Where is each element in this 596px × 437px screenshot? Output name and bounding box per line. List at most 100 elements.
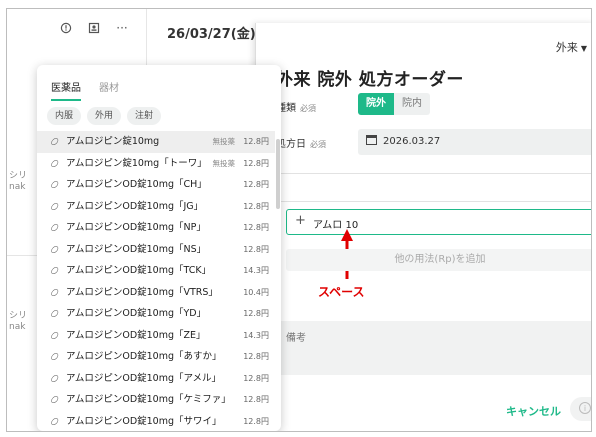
drug-price: 10.4円 <box>243 287 269 297</box>
drug-name: アムロジピンOD錠10mg「アメル」 <box>66 372 222 384</box>
pill-icon: ⬭ <box>48 199 63 214</box>
drug-price: 12.8円 <box>243 180 269 189</box>
type-option-innai[interactable]: 院内 <box>394 93 430 115</box>
drug-name: アムロジピンOD錠10mg「JG」 <box>66 200 204 212</box>
calendar-icon <box>366 135 377 145</box>
type-option-ingai[interactable]: 院外 <box>358 93 394 115</box>
prescription-date-input[interactable]: 2026.03.27 <box>358 129 591 155</box>
pill-icon: ⬭ <box>48 221 63 235</box>
dropdown-tabs: 医薬品 器材 <box>51 79 119 101</box>
drug-price: 12.8円 <box>243 373 269 383</box>
info-icon: i <box>579 402 591 414</box>
drug-list-item[interactable]: ⬭ アムロジピンOD錠10mg「CH」 12.8円 <box>37 174 275 196</box>
drug-list-item[interactable]: ⬭ アムロジピンOD錠10mg「JG」 12.8円 <box>37 196 275 218</box>
prescription-order-modal: 外来 ▼ 外来 院外 処方オーダー 種類 必須 院外 院内 処方日 必須 2026.0… <box>255 23 591 431</box>
category-chips: 内服 外用 注射 <box>47 107 162 125</box>
type-segmented-control: 院外 院内 <box>358 93 430 115</box>
pill-icon: ⬭ <box>48 156 63 171</box>
caret-down-icon: ▼ <box>580 44 587 53</box>
drug-price: 12.8円 <box>243 137 269 146</box>
drug-name: アムロジピンOD錠10mg「ZE」 <box>66 329 206 341</box>
drug-price: 12.8円 <box>243 158 269 168</box>
add-rp-button[interactable]: 他の用法(Rp)を追加 <box>286 249 591 271</box>
drug-price: 12.8円 <box>243 395 269 404</box>
visit-type-select[interactable]: 外来 ▼ <box>556 39 587 55</box>
comment-icon[interactable] <box>59 21 73 35</box>
date-value: 2026.03.27 <box>383 136 441 147</box>
drug-list-item[interactable]: ⬭ アムロジピンOD錠10mg「NS」 12.8円 <box>37 239 275 261</box>
drug-list-item[interactable]: ⬭ アムロジピンOD錠10mg「ケミファ」 12.8円 <box>37 389 275 411</box>
app-window: ··· シリ nak シリ nak 26/03/27(金) 外来 ▼ 外来 院外 … <box>6 8 592 432</box>
rp-search-input[interactable]: + アムロ 10 <box>286 209 591 235</box>
required-tag: 必須 <box>300 104 316 113</box>
scrollbar[interactable] <box>276 139 280 209</box>
drug-list-item[interactable]: ⬭ アムロジピンOD錠10mg「サワイ」 12.8円 <box>37 411 275 432</box>
note-textarea[interactable]: 備考 <box>276 321 591 375</box>
drug-list-item[interactable]: ⬭ アムロジピン錠10mg 無投薬 12.8円 <box>37 131 275 153</box>
drug-tag: 無投薬 <box>212 137 236 146</box>
drug-list-item[interactable]: ⬭ アムロジピンOD錠10mg「TCK」 14.3円 <box>37 260 275 282</box>
submit-button[interactable]: i <box>570 397 591 421</box>
pill-icon: ⬭ <box>48 135 63 149</box>
drug-price: 12.8円 <box>243 201 269 211</box>
drug-price: 14.3円 <box>243 266 269 275</box>
more-options-icon[interactable]: ··· <box>115 21 129 35</box>
drug-name: アムロジピン錠10mg <box>66 136 160 147</box>
tab-materials[interactable]: 器材 <box>99 79 119 101</box>
drug-list-item[interactable]: ⬭ アムロジピン錠10mg「トーワ」 無投薬 12.8円 <box>37 153 275 175</box>
modal-title: 外来 院外 処方オーダー <box>276 70 464 90</box>
drug-price: 14.3円 <box>243 330 269 340</box>
drug-suggestion-dropdown: 医薬品 器材 内服 外用 注射 ⬭ アムロジピン錠10mg 無投薬 12.8円 ⬭ アムロ… <box>37 65 281 431</box>
pill-icon: ⬭ <box>48 307 63 321</box>
chip-topical[interactable]: 外用 <box>87 107 122 125</box>
top-icon-bar: ··· <box>59 21 129 35</box>
side-snippet: シリ <box>9 311 28 321</box>
divider <box>276 173 591 174</box>
pill-icon: ⬭ <box>48 285 63 300</box>
drug-price: 12.8円 <box>243 309 269 318</box>
drug-list-item[interactable]: ⬭ アムロジピンOD錠10mg「あすか」 12.8円 <box>37 346 275 368</box>
pill-icon: ⬭ <box>48 178 63 192</box>
pill-icon: ⬭ <box>48 393 63 407</box>
note-label: 備考 <box>286 333 306 344</box>
required-tag: 必須 <box>310 140 326 149</box>
pill-icon: ⬭ <box>48 371 63 386</box>
drug-list-item[interactable]: ⬭ アムロジピンOD錠10mg「YD」 12.8円 <box>37 303 275 325</box>
side-snippet: nak <box>9 182 26 192</box>
drug-price: 12.8円 <box>243 416 269 426</box>
pill-icon: ⬭ <box>48 242 63 257</box>
side-snippet: nak <box>9 322 26 332</box>
pill-icon: ⬭ <box>48 328 63 343</box>
side-snippet: シリ <box>9 171 28 181</box>
plus-icon: + <box>295 213 306 228</box>
drug-name: アムロジピンOD錠10mg「CH」 <box>66 179 207 190</box>
drug-name: アムロジピン錠10mg「トーワ」 <box>66 157 207 169</box>
drug-name: アムロジピンOD錠10mg「サワイ」 <box>66 415 222 427</box>
visit-type-value: 外来 <box>555 41 578 54</box>
pill-icon: ⬭ <box>48 350 63 364</box>
date-field-label: 処方日 必須 <box>276 135 326 150</box>
cancel-button[interactable]: キャンセル <box>506 403 561 419</box>
pill-icon: ⬭ <box>48 264 63 278</box>
drug-list: ⬭ アムロジピン錠10mg 無投薬 12.8円 ⬭ アムロジピン錠10mg「トーワ」 無投薬… <box>37 131 275 431</box>
drug-list-item[interactable]: ⬭ アムロジピンOD錠10mg「NP」 12.8円 <box>37 217 275 239</box>
drug-list-item[interactable]: ⬭ アムロジピンOD錠10mg「ZE」 14.3円 <box>37 325 275 347</box>
contact-card-icon[interactable] <box>87 21 101 35</box>
drug-list-item[interactable]: ⬭ アムロジピンOD錠10mg「VTRS」 10.4円 <box>37 282 275 304</box>
drug-name: アムロジピンOD錠10mg「VTRS」 <box>66 286 218 298</box>
pill-icon: ⬭ <box>48 414 63 429</box>
drug-tag: 無投薬 <box>212 158 236 168</box>
drug-list-item[interactable]: ⬭ アムロジピンOD錠10mg「アメル」 12.8円 <box>37 368 275 390</box>
chip-oral[interactable]: 内服 <box>47 107 82 125</box>
tab-drugs[interactable]: 医薬品 <box>51 79 81 101</box>
chip-injection[interactable]: 注射 <box>127 107 162 125</box>
drug-price: 12.8円 <box>243 244 269 254</box>
divider <box>276 201 591 202</box>
annotation-label: スペース <box>318 285 365 299</box>
drug-price: 12.8円 <box>243 352 269 361</box>
drug-name: アムロジピンOD錠10mg「あすか」 <box>66 351 222 362</box>
drug-name: アムロジピンOD錠10mg「ケミファ」 <box>66 394 231 405</box>
drug-price: 12.8円 <box>243 223 269 232</box>
drug-name: アムロジピンOD錠10mg「NS」 <box>66 243 207 255</box>
type-field-label: 種類 必須 <box>276 99 316 114</box>
